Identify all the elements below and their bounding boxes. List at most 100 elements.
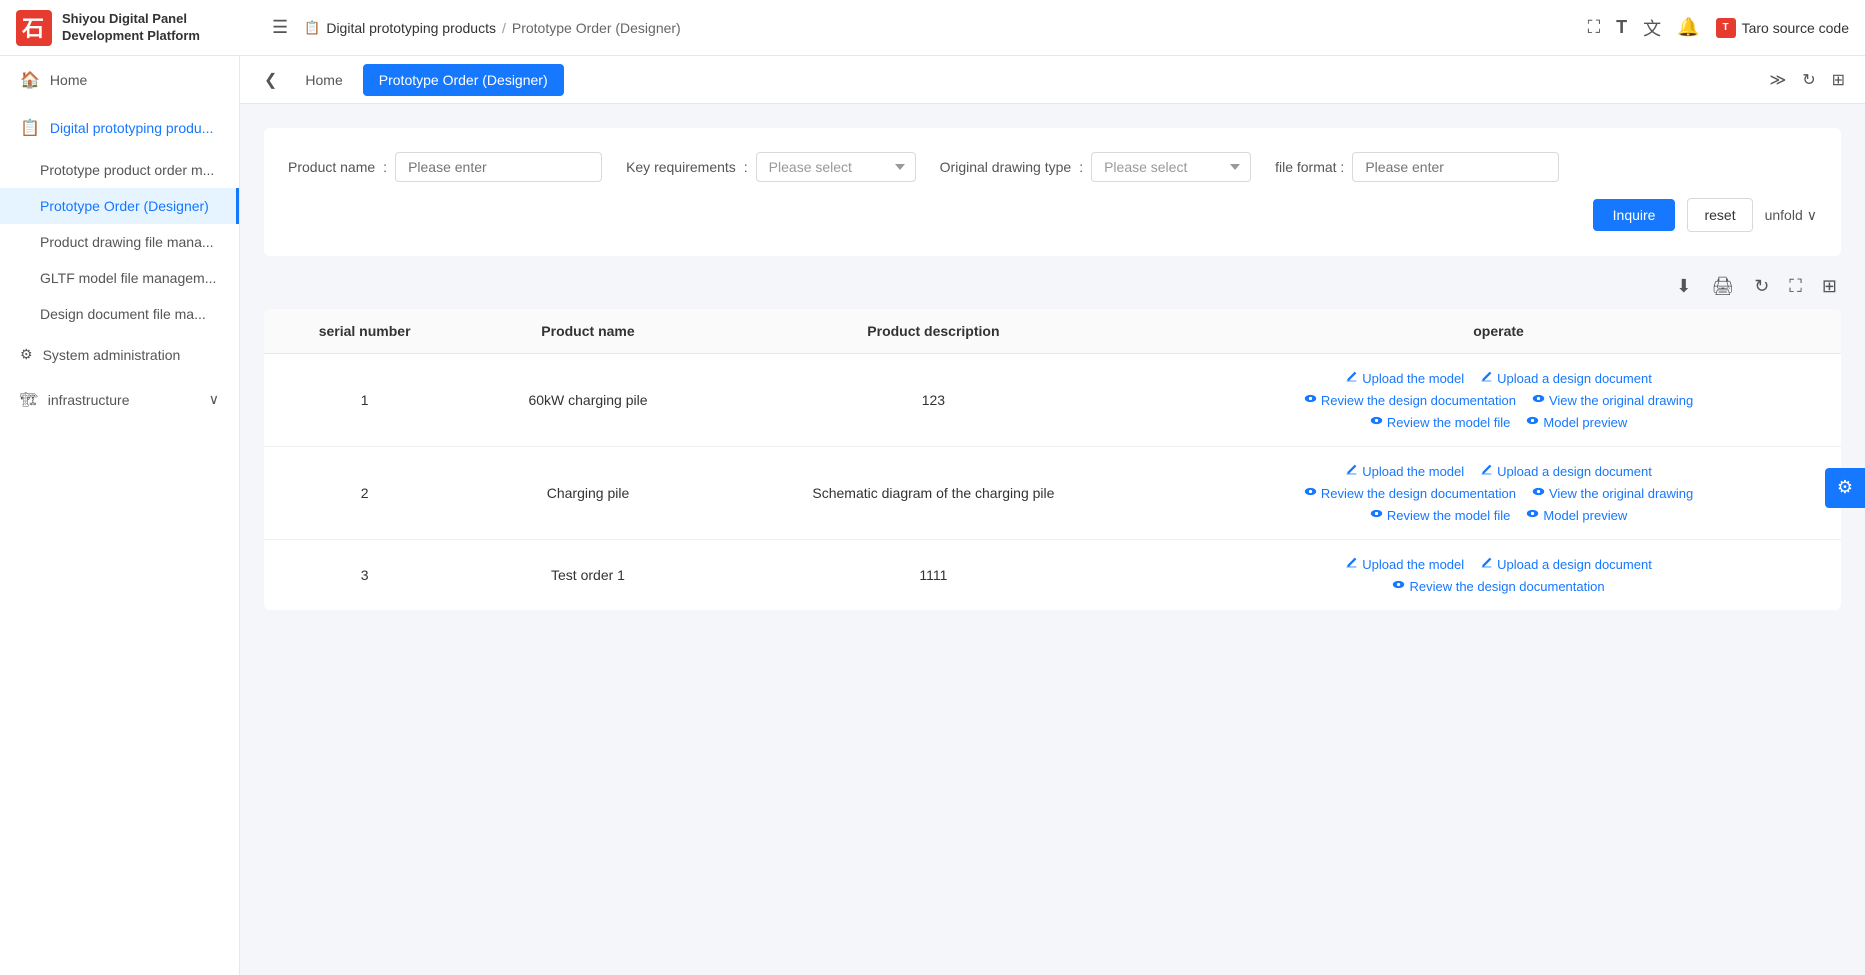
cell-product-desc: Schematic diagram of the charging pile: [711, 447, 1156, 540]
inquire-button[interactable]: Inquire: [1593, 199, 1676, 231]
operate-row: Review the design documentation View the …: [1304, 392, 1693, 408]
review-model-1-label: Review the model file: [1387, 415, 1511, 430]
review-model-2[interactable]: Review the model file: [1370, 507, 1511, 523]
logo-text: Shiyou Digital Panel Development Platfor…: [62, 11, 200, 45]
tab-bar-collapse-btn[interactable]: ❮: [256, 66, 285, 94]
cell-serial: 2: [264, 447, 465, 540]
upload-design-2-label: Upload a design document: [1497, 464, 1652, 479]
cell-serial: 3: [264, 540, 465, 611]
review-design-3[interactable]: Review the design documentation: [1392, 578, 1604, 594]
product-name-input[interactable]: [395, 152, 602, 182]
tab-grid-icon[interactable]: ⊞: [1828, 66, 1849, 94]
review-design-1[interactable]: Review the design documentation: [1304, 392, 1516, 408]
upload-model-2[interactable]: Upload the model: [1345, 463, 1464, 479]
original-drawing-type-select[interactable]: Please select: [1091, 152, 1251, 182]
table-container: serial number Product name Product descr…: [264, 309, 1841, 610]
breadcrumb-link[interactable]: Digital prototyping products: [326, 20, 496, 36]
breadcrumb: 📋 Digital prototyping products / Prototy…: [304, 20, 1587, 36]
key-requirements-select[interactable]: Please select: [756, 152, 916, 182]
review-model-1[interactable]: Review the model file: [1370, 414, 1511, 430]
unfold-arrow-icon: ∨: [1807, 207, 1817, 224]
download-button[interactable]: ⬇: [1672, 272, 1695, 301]
sidebar-label-proto-order-d: Prototype Order (Designer): [40, 198, 209, 214]
tab-prototype-order-designer[interactable]: Prototype Order (Designer): [363, 64, 564, 96]
cell-product-desc: 123: [711, 354, 1156, 447]
font-icon[interactable]: T: [1616, 17, 1627, 38]
taro-label[interactable]: T Taro source code: [1716, 18, 1849, 38]
menu-icon[interactable]: ☰: [272, 17, 288, 38]
key-requirements-label: Key requirements: [626, 159, 736, 175]
upload-design-1[interactable]: Upload a design document: [1480, 370, 1652, 386]
upload-model-3[interactable]: Upload the model: [1345, 556, 1464, 572]
sidebar-item-infrastructure[interactable]: 🏗 infrastructure ∨: [0, 377, 239, 422]
tab-refresh-icon[interactable]: ↻: [1798, 66, 1819, 94]
tab-more-icon[interactable]: ≫: [1765, 66, 1790, 94]
main-layout: 🏠 Home 📋 Digital prototyping produ... Pr…: [0, 56, 1865, 975]
cell-product-name: Charging pile: [465, 447, 711, 540]
operate-row: Upload the model Upload a design document: [1345, 463, 1652, 479]
col-header-product-desc: Product description: [711, 309, 1156, 354]
taro-logo-icon: T: [1716, 18, 1736, 38]
table-row: 160kW charging pile123Upload the modelUp…: [264, 354, 1841, 447]
tab-home[interactable]: Home: [289, 64, 358, 96]
sidebar-item-proto-order-m[interactable]: Prototype product order m...: [0, 152, 239, 188]
col-header-serial: serial number: [264, 309, 465, 354]
sidebar-item-design-doc[interactable]: Design document file ma...: [0, 296, 239, 332]
fullscreen-icon[interactable]: ⛶: [1588, 17, 1601, 38]
model-preview-1[interactable]: Model preview: [1526, 414, 1627, 430]
view-original-1[interactable]: View the original drawing: [1532, 392, 1693, 408]
settings-float-button[interactable]: ⚙: [1825, 468, 1865, 508]
upload-model-1-label: Upload the model: [1362, 371, 1464, 386]
refresh-button[interactable]: ↻: [1750, 272, 1773, 301]
sidebar-label-system-admin: System administration: [43, 347, 181, 363]
sidebar-item-digital-proto[interactable]: 📋 Digital prototyping produ...: [0, 104, 239, 152]
model-preview-2[interactable]: Model preview: [1526, 507, 1627, 523]
sidebar-item-gltf-model[interactable]: GLTF model file managem...: [0, 260, 239, 296]
cell-product-name: Test order 1: [465, 540, 711, 611]
review-design-2-label: Review the design documentation: [1321, 486, 1516, 501]
table-row: 2Charging pileSchematic diagram of the c…: [264, 447, 1841, 540]
upload-design-2[interactable]: Upload a design document: [1480, 463, 1652, 479]
sidebar-item-system-admin[interactable]: ⚙ System administration: [0, 332, 239, 377]
model-preview-2-label: Model preview: [1543, 508, 1627, 523]
infrastructure-icon: 🏗: [20, 391, 38, 408]
filter-actions: Inquire reset unfold ∨: [288, 198, 1817, 232]
review-design-1-icon: [1304, 392, 1317, 408]
operate-row: Review the model file Model preview: [1370, 507, 1627, 523]
unfold-button[interactable]: unfold ∨: [1765, 207, 1817, 224]
filter-key-requirements: Key requirements : Please select: [626, 152, 916, 182]
print-button[interactable]: 🖨: [1707, 272, 1738, 301]
model-preview-1-label: Model preview: [1543, 415, 1627, 430]
operate-row: Upload the model Upload a design document: [1345, 556, 1652, 572]
review-model-2-icon: [1370, 507, 1383, 523]
upload-design-3[interactable]: Upload a design document: [1480, 556, 1652, 572]
column-settings-button[interactable]: ⊞: [1818, 272, 1841, 301]
main-table: serial number Product name Product descr…: [264, 309, 1841, 610]
view-original-1-label: View the original drawing: [1549, 393, 1693, 408]
sidebar-item-home[interactable]: 🏠 Home: [0, 56, 239, 104]
settings-gear-icon: ⚙: [1837, 477, 1853, 498]
operate-row: Upload the model Upload a design document: [1345, 370, 1652, 386]
upload-design-2-icon: [1480, 463, 1493, 479]
sidebar-label-home: Home: [50, 72, 87, 88]
review-design-2[interactable]: Review the design documentation: [1304, 485, 1516, 501]
home-icon: 🏠: [20, 70, 40, 90]
review-model-1-icon: [1370, 414, 1383, 430]
product-name-label: Product name: [288, 159, 375, 175]
view-original-2[interactable]: View the original drawing: [1532, 485, 1693, 501]
cell-product-desc: 1111: [711, 540, 1156, 611]
logo-area: 石 Shiyou Digital Panel Development Platf…: [16, 10, 256, 46]
sidebar-label-design-doc: Design document file ma...: [40, 306, 206, 322]
translate-icon[interactable]: 文: [1643, 15, 1661, 41]
sidebar-item-product-drawing[interactable]: Product drawing file mana...: [0, 224, 239, 260]
reset-button[interactable]: reset: [1687, 198, 1752, 232]
upload-design-1-icon: [1480, 370, 1493, 386]
upload-model-1[interactable]: Upload the model: [1345, 370, 1464, 386]
operate-cell: Upload the model Upload a design document…: [1172, 463, 1825, 523]
bell-icon[interactable]: 🔔: [1677, 17, 1699, 38]
fullscreen-table-button[interactable]: ⛶: [1785, 272, 1806, 301]
operate-row: Review the design documentation View the …: [1304, 485, 1693, 501]
sidebar-item-proto-order-d[interactable]: Prototype Order (Designer): [0, 188, 239, 224]
digital-proto-icon: 📋: [20, 118, 40, 138]
file-format-input[interactable]: [1352, 152, 1559, 182]
